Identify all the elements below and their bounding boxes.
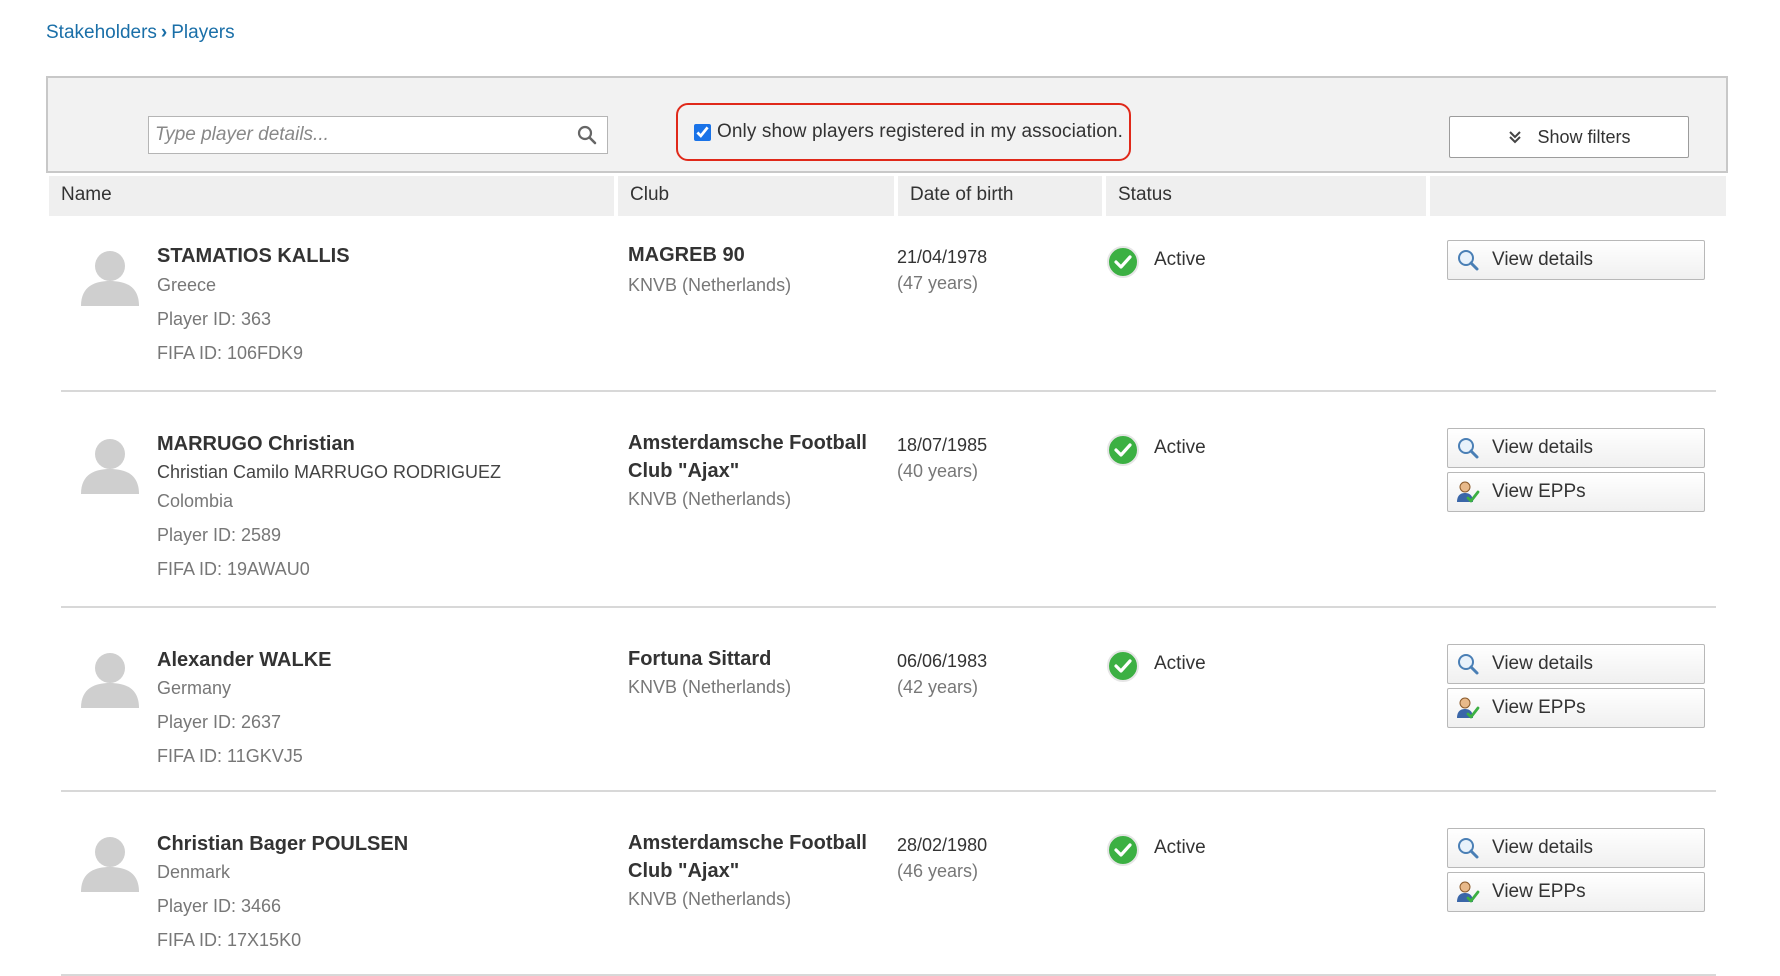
player-age: (42 years)	[897, 677, 979, 697]
date-of-birth: 06/06/1983	[897, 651, 988, 671]
association-only-label[interactable]: Only show players registered in my assoc…	[717, 121, 1123, 143]
table-row: Christian Bager POULSEN Denmark Player I…	[61, 792, 1716, 976]
user-check-icon	[1457, 881, 1480, 903]
avatar-placeholder-icon	[81, 251, 139, 306]
double-chevron-down-icon	[1509, 131, 1522, 144]
view-details-label: View details	[1492, 837, 1594, 858]
breadcrumb: Stakeholders › Players	[46, 22, 235, 44]
user-check-icon	[1457, 481, 1480, 503]
view-details-label: View details	[1492, 653, 1594, 674]
column-header-actions	[1430, 176, 1726, 216]
club-association: KNVB (Netherlands)	[628, 677, 792, 697]
date-of-birth: 21/04/1978	[897, 247, 988, 267]
table-row: Alexander WALKE Germany Player ID: 2637 …	[61, 608, 1716, 792]
status-text: Active	[1154, 249, 1206, 270]
view-details-button[interactable]: View details	[1447, 428, 1705, 468]
view-epps-label: View EPPs	[1492, 697, 1586, 718]
avatar-placeholder-icon	[81, 653, 139, 708]
club-association: KNVB (Netherlands)	[628, 275, 792, 295]
club-name: Amsterdamsche Football Club "Ajax"	[628, 829, 878, 885]
fifa-id: FIFA ID: 19AWAU0	[157, 559, 310, 579]
avatar-placeholder-icon	[81, 439, 139, 494]
player-id: Player ID: 363	[157, 309, 272, 329]
view-details-label: View details	[1492, 437, 1594, 458]
club-name: Amsterdamsche Football Club "Ajax"	[628, 429, 878, 485]
player-id: Player ID: 2589	[157, 525, 282, 545]
status-text: Active	[1154, 837, 1206, 858]
club-name-line1: Amsterdamsche Football	[628, 832, 867, 854]
user-check-icon	[1457, 697, 1480, 719]
column-header-date-of-birth[interactable]: Date of birth	[898, 176, 1102, 216]
view-details-label: View details	[1492, 249, 1594, 270]
status-text: Active	[1154, 437, 1206, 458]
table-row: STAMATIOS KALLIS Greece Player ID: 363 F…	[61, 216, 1716, 392]
club-association: KNVB (Netherlands)	[628, 889, 792, 909]
player-name[interactable]: Alexander WALKE	[157, 649, 331, 672]
magnifier-icon	[1458, 250, 1479, 271]
magnifier-icon	[1458, 838, 1479, 859]
player-name[interactable]: MARRUGO Christian	[157, 433, 355, 456]
player-country: Colombia	[157, 491, 234, 511]
show-filters-label: Show filters	[1537, 126, 1631, 147]
player-name[interactable]: STAMATIOS KALLIS	[157, 245, 350, 268]
association-filter-highlight: Only show players registered in my assoc…	[676, 103, 1131, 161]
magnifier-icon	[1458, 654, 1479, 675]
player-country: Denmark	[157, 862, 231, 882]
club-name-line1: MAGREB 90	[628, 244, 745, 266]
active-check-icon	[1107, 246, 1139, 278]
player-age: (46 years)	[897, 861, 979, 881]
fifa-id: FIFA ID: 11GKVJ5	[157, 746, 303, 766]
view-epps-label: View EPPs	[1492, 481, 1586, 502]
show-filters-button[interactable]: Show filters	[1449, 116, 1689, 158]
view-epps-button[interactable]: View EPPs	[1447, 472, 1705, 512]
club-association: KNVB (Netherlands)	[628, 489, 792, 509]
date-of-birth: 18/07/1985	[897, 435, 988, 455]
player-age: (40 years)	[897, 461, 979, 481]
breadcrumb-stakeholders-link[interactable]: Stakeholders	[46, 22, 157, 43]
active-check-icon	[1107, 834, 1139, 866]
active-check-icon	[1107, 650, 1139, 682]
view-details-button[interactable]: View details	[1447, 644, 1705, 684]
avatar-placeholder-icon	[81, 837, 139, 892]
player-country: Greece	[157, 275, 217, 295]
players-page: Stakeholders›Players Only show players r…	[0, 0, 1780, 976]
search-box	[148, 116, 608, 154]
player-id: Player ID: 2637	[157, 712, 282, 732]
association-only-checkbox[interactable]	[694, 123, 711, 141]
chevron-right-icon: ›	[160, 22, 168, 43]
player-age: (47 years)	[897, 273, 979, 293]
club-name: Fortuna Sittard	[628, 645, 878, 673]
player-full-name: Christian Camilo MARRUGO RODRIGUEZ	[157, 462, 502, 482]
club-name-line2: Club "Ajax"	[628, 860, 740, 882]
player-country: Germany	[157, 678, 232, 698]
player-name[interactable]: Christian Bager POULSEN	[157, 833, 408, 856]
club-name-line1: Fortuna Sittard	[628, 648, 772, 670]
magnifier-icon	[1458, 438, 1479, 459]
date-of-birth: 28/02/1980	[897, 835, 988, 855]
search-input[interactable]	[153, 117, 557, 153]
view-epps-button[interactable]: View EPPs	[1447, 688, 1705, 728]
search-icon[interactable]	[577, 125, 597, 145]
club-name-line1: Amsterdamsche Football	[628, 432, 867, 454]
table-row: MARRUGO Christian Christian Camilo MARRU…	[61, 392, 1716, 608]
column-header-club[interactable]: Club	[618, 176, 894, 216]
column-header-name[interactable]: Name	[49, 176, 614, 216]
player-id: Player ID: 3466	[157, 896, 282, 916]
status-text: Active	[1154, 653, 1206, 674]
view-epps-button[interactable]: View EPPs	[1447, 872, 1705, 912]
table-header: Name Club Date of birth Status	[49, 176, 1726, 216]
club-name: MAGREB 90	[628, 241, 878, 269]
view-epps-label: View EPPs	[1492, 881, 1586, 902]
fifa-id: FIFA ID: 106FDK9	[157, 343, 304, 363]
view-details-button[interactable]: View details	[1447, 828, 1705, 868]
breadcrumb-players-link[interactable]: Players	[171, 22, 234, 43]
fifa-id: FIFA ID: 17X15K0	[157, 930, 302, 950]
search-toolbar: Only show players registered in my assoc…	[46, 76, 1728, 173]
active-check-icon	[1107, 434, 1139, 466]
column-header-status[interactable]: Status	[1106, 176, 1426, 216]
club-name-line2: Club "Ajax"	[628, 460, 740, 482]
view-details-button[interactable]: View details	[1447, 240, 1705, 280]
